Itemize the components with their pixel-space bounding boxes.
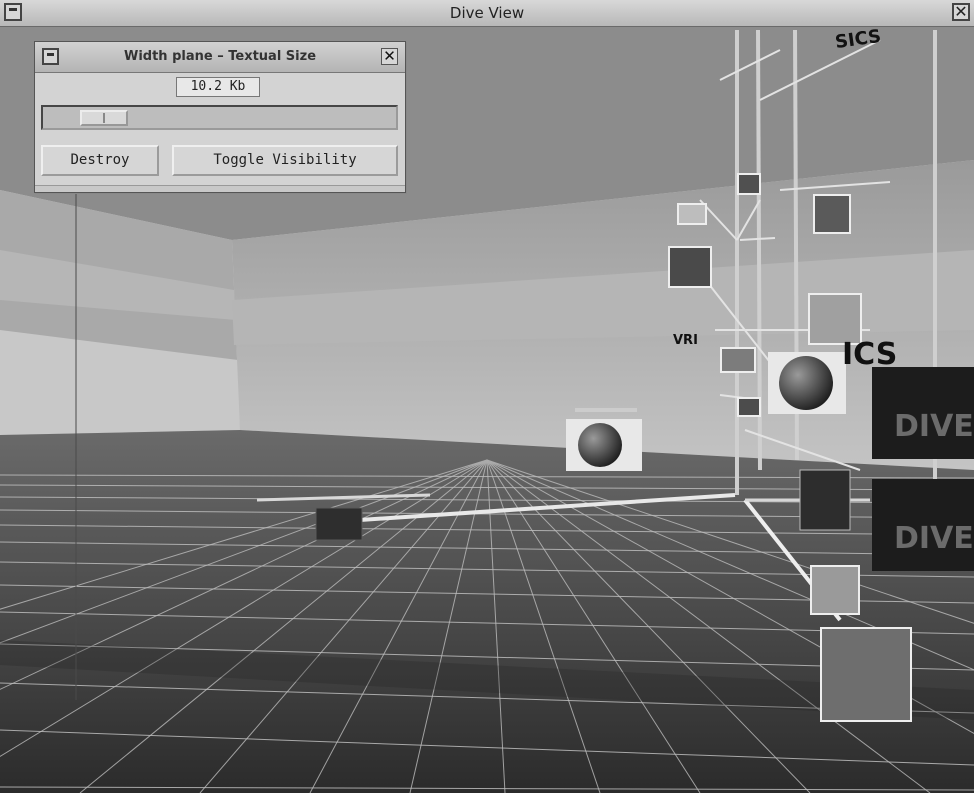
small-tile[interactable] [737, 173, 761, 195]
size-slider[interactable] [41, 105, 398, 130]
dialog-title: Width plane – Textual Size [123, 49, 317, 64]
dive-banner[interactable]: DIVE [872, 479, 974, 571]
small-tile[interactable] [677, 203, 707, 225]
dialog-bottom-edge [35, 185, 405, 192]
dive-banner[interactable]: DIVE [872, 367, 974, 459]
person-photo[interactable] [810, 565, 860, 615]
small-tile[interactable] [737, 397, 761, 417]
vri-label: VRI [673, 333, 698, 348]
main-titlebar: Dive View ✕ [0, 0, 974, 27]
close-icon[interactable]: ✕ [952, 3, 970, 21]
person-photo[interactable] [820, 627, 912, 722]
close-icon[interactable]: ✕ [381, 48, 398, 65]
textual-size-field[interactable]: 10.2 Kb [176, 77, 260, 97]
width-plane-dialog: Width plane – Textual Size ✕ 10.2 Kb Des… [34, 41, 406, 193]
destroy-button[interactable]: Destroy [41, 145, 159, 176]
dialog-titlebar[interactable]: Width plane – Textual Size ✕ [35, 42, 405, 73]
slider-thumb-icon[interactable] [80, 110, 128, 126]
person-photo[interactable] [813, 194, 851, 234]
image-tile[interactable] [668, 246, 712, 288]
window-title: Dive View [449, 4, 525, 22]
small-tile[interactable] [720, 347, 756, 373]
toggle-visibility-button[interactable]: Toggle Visibility [172, 145, 398, 176]
